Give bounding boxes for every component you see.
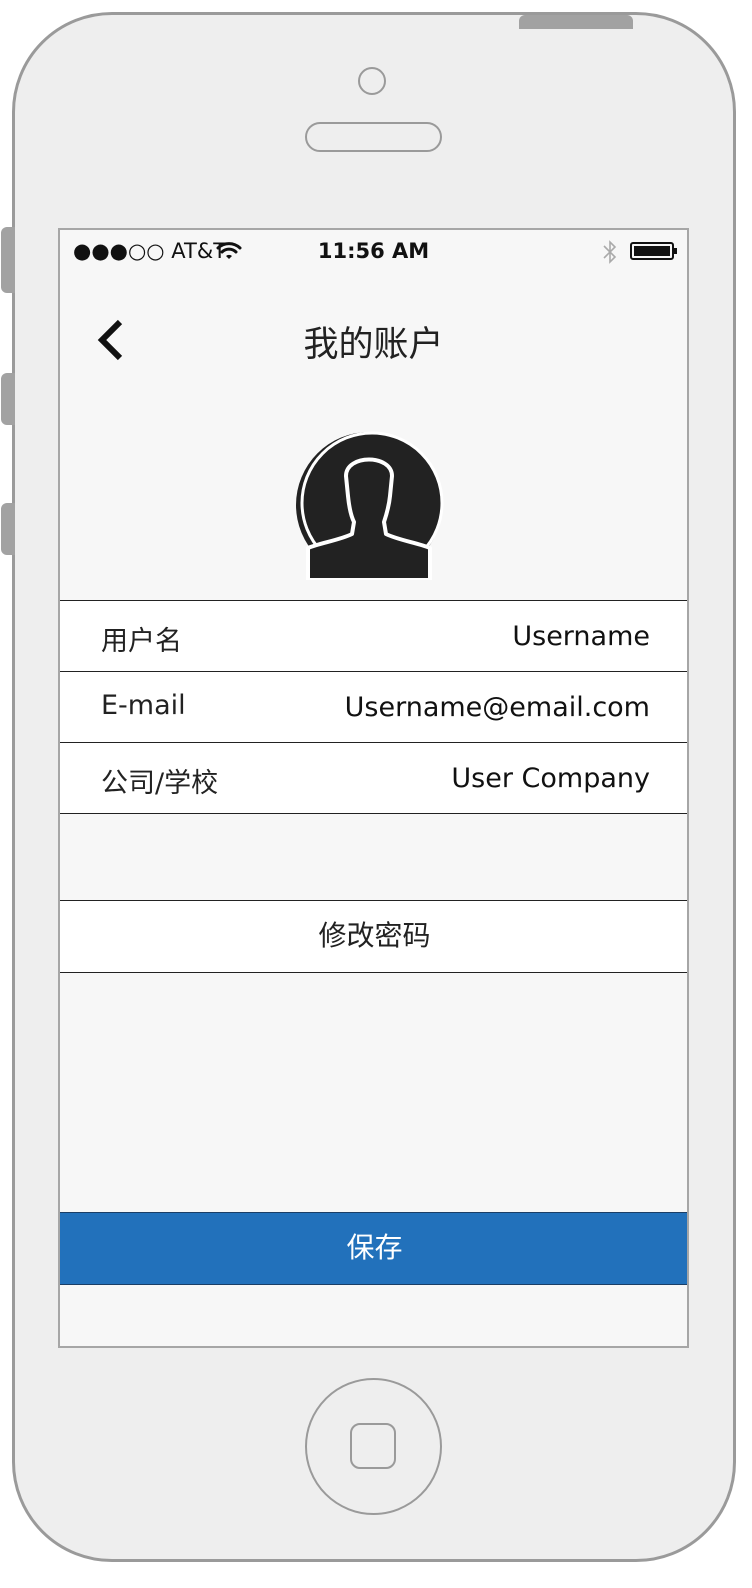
company-label: 公司/学校 — [101, 768, 219, 799]
mute-switch — [1, 227, 15, 293]
change-password-button[interactable]: 修改密码 — [60, 900, 687, 973]
company-row[interactable]: 公司/学校 User Company — [60, 742, 687, 814]
username-value[interactable]: Username — [512, 621, 650, 652]
status-bar: ●●●○○ AT&T 11:56 AM — [60, 230, 687, 274]
navigation-bar: 我的账户 — [60, 290, 687, 380]
page-title: 我的账户 — [303, 325, 444, 365]
email-row[interactable]: E-mail Username@email.com — [60, 671, 687, 743]
username-row[interactable]: 用户名 Username — [60, 600, 687, 672]
power-button — [519, 15, 633, 29]
app-screen: ●●●○○ AT&T 11:56 AM 我的账户 用户名 Username E-… — [58, 228, 689, 1348]
bluetooth-icon — [603, 240, 617, 264]
front-camera — [358, 67, 386, 95]
volume-up-button — [1, 373, 15, 425]
battery-icon — [630, 242, 677, 260]
company-value[interactable]: User Company — [451, 763, 650, 794]
username-label: 用户名 — [101, 626, 182, 657]
email-value[interactable]: Username@email.com — [345, 692, 650, 723]
avatar-user-silhouette-icon[interactable] — [294, 430, 444, 580]
home-button-square-icon — [350, 1423, 396, 1469]
status-time: 11:56 AM — [317, 239, 430, 263]
save-button[interactable]: 保存 — [60, 1212, 687, 1285]
earpiece-speaker — [305, 122, 442, 152]
volume-down-button — [1, 503, 15, 555]
email-label: E-mail — [101, 690, 186, 721]
